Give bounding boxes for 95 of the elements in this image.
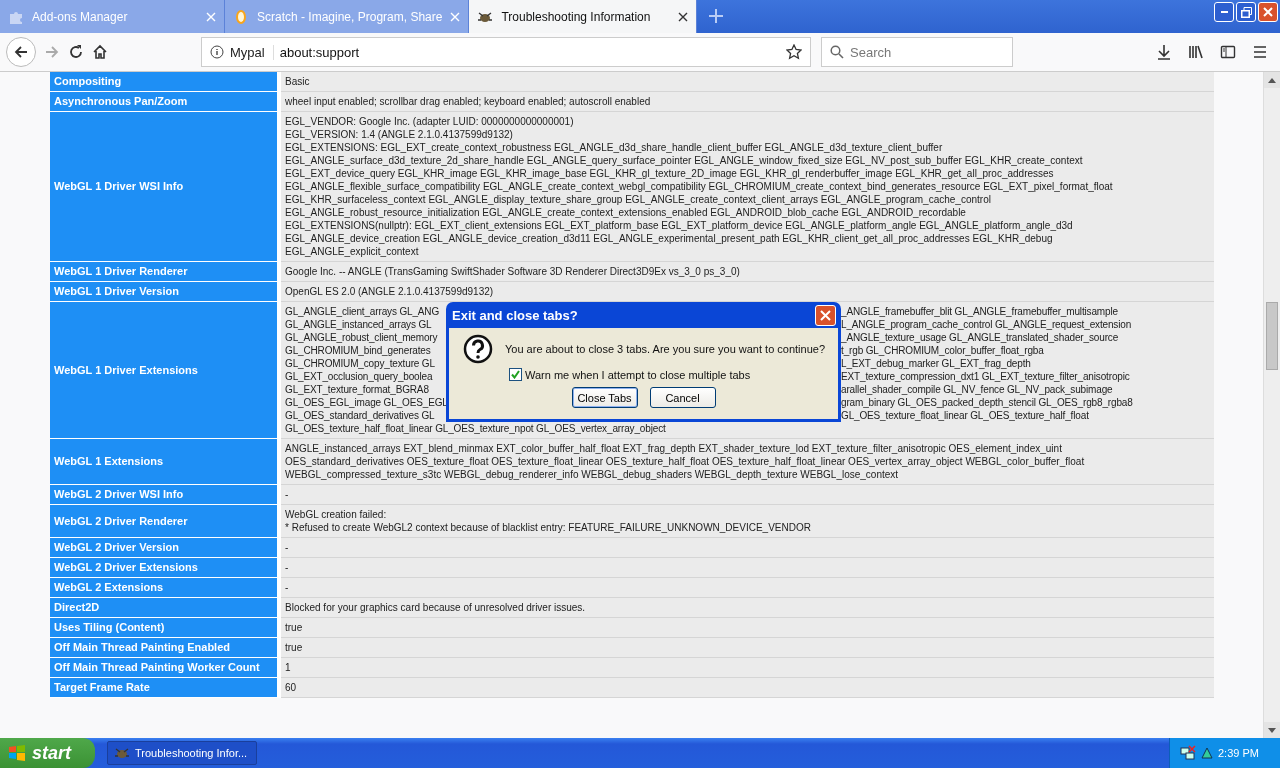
scrollbar[interactable] [1263, 72, 1280, 738]
value-text: EGL_VENDOR: Google Inc. (adapter LUID: 0000000000000001) EGL_VERSION: 1.4 (ANGLE 2.1.0.4137599d9132) EGL_EXTENSIONS: EGL_EXT_create_context_robustness EGL_ANGLE_d3d_share_handle_client_buffer EGL_ANGLE_d3d_texture_client_buffer EGL_ANGLE_surface_d3d_texture_2d_share_handle EGL_ANGLE_query_surface_pointer EGL_ANGLE_window_fixed_size EGL_NV_post_sub_buffer EGL_KHR_create_context EGL_EXT_device_query EGL_KHR_image EGL_KHR_image_base EGL_KHR_gl_texture_2D_image EGL_KHR_gl_renderbuffer_image EGL_KHR_get_all_proc_addresses EGL_ANGLE_flexible_surface_compatibility EGL_ANGLE_create_context_webgl_compatibility EGL_CHROMIUM_create_context_bind_generates_resource EGL_EXT_pixel_format_float EGL_KHR_surfaceless_context EGL_ANGLE_display_texture_share_group EGL_ANGLE_create_context_client_arrays EGL_ANGLE_program_cache_control EGL_ANGLE_robust_resource_initialization EGL_ANGLE_create_context_extensions_enabled EGL_ANDROID_blob_cache EGL_ANDROID_recordable EGL_EXTENSIONS(nullptr): EGL_EXT_client_extensions EGL_EXT_platform_base EGL_EXT_platform_device EGL_ANGLE_platform_angle EGL_ANGLE_platform_angle_d3d EGL_ANGLE_device_creation EGL_ANGLE_device_creation_d3d11 EGL_ANGLE_experimental_present_path EGL_KHR_client_get_all_proc_addresses EGL_KHR_debug EGL_ANGLE_explicit_context [285, 115, 1114, 258]
row-label: WebGL 2 Extensions [50, 577, 279, 598]
value-text: GL_ANGLE_client_arrays GL_ANG [285, 305, 440, 318]
tray-app-icon [1200, 746, 1214, 760]
value-text: 60 [285, 681, 298, 694]
value-text: GL_ANGLE_instanced_arrays GL [285, 318, 432, 331]
windows-flag-icon [8, 744, 26, 762]
new-tab-icon[interactable] [707, 7, 726, 25]
value-text: _ANGLE_texture_usage GL_ANGLE_translated_shader_source [841, 331, 1119, 344]
close-icon [820, 309, 831, 321]
url-text: about:support [279, 44, 361, 60]
value-text: GL_CHROMIUM_copy_texture GL [285, 357, 435, 370]
search-icon [830, 45, 844, 59]
value-text: - [285, 581, 290, 594]
row-label: Compositing [50, 72, 279, 92]
row-label: WebGL 1 Driver Extensions [50, 301, 279, 439]
value-text: gram_binary GL_OES_packed_depth_stencil GL_OES_rgb8_rgba8 [841, 396, 1133, 409]
back-button[interactable] [6, 37, 36, 67]
sidebar-icon[interactable] [1220, 44, 1236, 60]
value-text: GL_OES_EGL_image GL_OES_EGL [285, 396, 448, 409]
library-icon[interactable] [1188, 44, 1204, 60]
maximize-button[interactable] [1236, 2, 1256, 22]
address-bar[interactable]: Mypal about:support [201, 37, 811, 67]
question-icon [463, 334, 493, 364]
value-text: GL_EXT_occlusion_query_boolea [285, 370, 433, 383]
row-label: WebGL 2 Driver WSI Info [50, 484, 279, 505]
value-text: - [285, 561, 290, 574]
network-icon [1180, 745, 1196, 761]
row-label: Off Main Thread Painting Worker Count [50, 657, 279, 678]
value-text: WebGL creation failed: * Refused to create WebGL2 context because of blacklist entry: FEATURE_FAILURE_UNKNOWN_DEVICE_VENDOR [285, 508, 812, 534]
row-label: WebGL 1 Extensions [50, 438, 279, 485]
value-text: GL_EXT_texture_format_BGRA8 [285, 383, 429, 396]
dialog-button[interactable]: Close Tabs [571, 387, 638, 408]
browser-tab[interactable]: Troubleshooting Information [469, 0, 698, 33]
clock-text: 2:39 PM [1218, 747, 1259, 759]
dialog-button[interactable]: Cancel [649, 387, 716, 408]
checkbox-label[interactable]: Warn me when I attempt to close multiple tabs [525, 368, 751, 381]
close-button[interactable] [815, 304, 836, 326]
menu-icon[interactable] [1252, 44, 1268, 60]
value-text: GL_OES_texture_half_float_linear GL_OES_texture_npot GL_OES_vertex_array_object [285, 422, 666, 435]
value-text: ANGLE_instanced_arrays EXT_blend_minmax EXT_color_buffer_half_float EXT_frag_depth EXT_shader_texture_lod EXT_texture_filter_anisotropic OES_element_index_uint OES_standard_derivatives OES_texture_float OES_texture_float_linear OES_texture_half_float OES_texture_half_float_linear OES_vertex_array_object WEBGL_color_buffer_float WEBGL_compressed_texture_s3tc WEBGL_debug_renderer_info WEBGL_debug_shaders WEBGL_depth_texture WEBGL_lose_context [285, 442, 1086, 481]
checkbox[interactable] [509, 368, 522, 381]
value-text: Blocked for your graphics card because of unresolved driver issues. [285, 601, 587, 614]
row-label: WebGL 1 Driver Version [50, 281, 279, 302]
maximize-icon [1240, 6, 1252, 18]
row-label: Uses Tiling (Content) [50, 617, 279, 638]
value-text: _ANGLE_framebuffer_blit GL_ANGLE_framebuffer_multisample [841, 305, 1118, 318]
star-icon[interactable] [786, 44, 802, 60]
value-text: true [285, 621, 304, 634]
scroll-thumb[interactable] [1266, 302, 1278, 370]
back-arrow-icon [13, 44, 29, 60]
row-label: Target Frame Rate [50, 677, 279, 698]
value-text: GL_OES_standard_derivatives GL [285, 409, 435, 422]
value-text: EXT_texture_compression_dxt1 GL_EXT_texture_filter_anisotropic [841, 370, 1130, 383]
close-icon[interactable] [678, 11, 689, 22]
row-label: WebGL 1 Driver WSI Info [50, 111, 279, 262]
value-text: OpenGL ES 2.0 (ANGLE 2.1.0.4137599d9132) [285, 285, 495, 298]
search-field[interactable]: Search [821, 37, 1013, 67]
scroll-up-icon[interactable] [1268, 77, 1276, 83]
value-text: L_EXT_debug_marker GL_EXT_frag_depth [841, 357, 1031, 370]
value-text: 1 [285, 661, 292, 674]
home-icon[interactable] [92, 44, 108, 60]
row-label: WebGL 1 Driver Renderer [50, 261, 279, 282]
dialog-title: Exit and close tabs? [452, 307, 578, 323]
value-text: L_ANGLE_program_cache_control GL_ANGLE_request_extension [841, 318, 1132, 331]
download-icon[interactable] [1156, 44, 1172, 60]
value-text: wheel input enabled; scrollbar drag enabled; keyboard enabled; autoscroll enabled [285, 95, 652, 108]
value-text: GL_ANGLE_robust_client_memory [285, 331, 438, 344]
row-label: Off Main Thread Painting Enabled [50, 637, 279, 658]
row-label: WebGL 2 Driver Extensions [50, 557, 279, 578]
site-identity: Mypal [230, 44, 274, 60]
value-text: Basic [285, 75, 311, 88]
close-icon [1263, 7, 1273, 17]
value-text: GL_CHROMIUM_bind_generates [285, 344, 431, 357]
value-text: Google Inc. -- ANGLE (TransGaming SwiftShader Software 3D Renderer Direct3D9Ex vs_3_0 ps_3_0) [285, 265, 741, 278]
value-text: true [285, 641, 304, 654]
row-label: WebGL 2 Driver Version [50, 537, 279, 558]
value-text: t_rgb GL_CHROMIUM_color_buffer_float_rgba [841, 344, 1044, 357]
value-text: - [285, 541, 290, 554]
row-label: WebGL 2 Driver Renderer [50, 504, 279, 538]
dialog-message: You are about to close 3 tabs. Are you sure you want to continue? [505, 343, 826, 355]
info-icon [210, 45, 224, 59]
minimize-button[interactable] [1214, 2, 1234, 22]
value-text: arallel_shader_compile GL_NV_fence GL_NV_pack_subimage [841, 383, 1113, 396]
row-label: Direct2D [50, 597, 279, 618]
close-button[interactable] [1258, 2, 1278, 22]
taskbar-button[interactable]: Troubleshooting Infor... [107, 741, 257, 765]
minimize-icon [1220, 11, 1228, 13]
value-text: GL_OES_texture_float_linear GL_OES_texture_half_float [841, 409, 1089, 422]
scroll-down-icon[interactable] [1268, 727, 1276, 733]
value-text: - [285, 488, 290, 501]
reload-icon[interactable] [68, 44, 84, 60]
row-label: Asynchronous Pan/Zoom [50, 91, 279, 112]
check-icon [511, 370, 520, 379]
